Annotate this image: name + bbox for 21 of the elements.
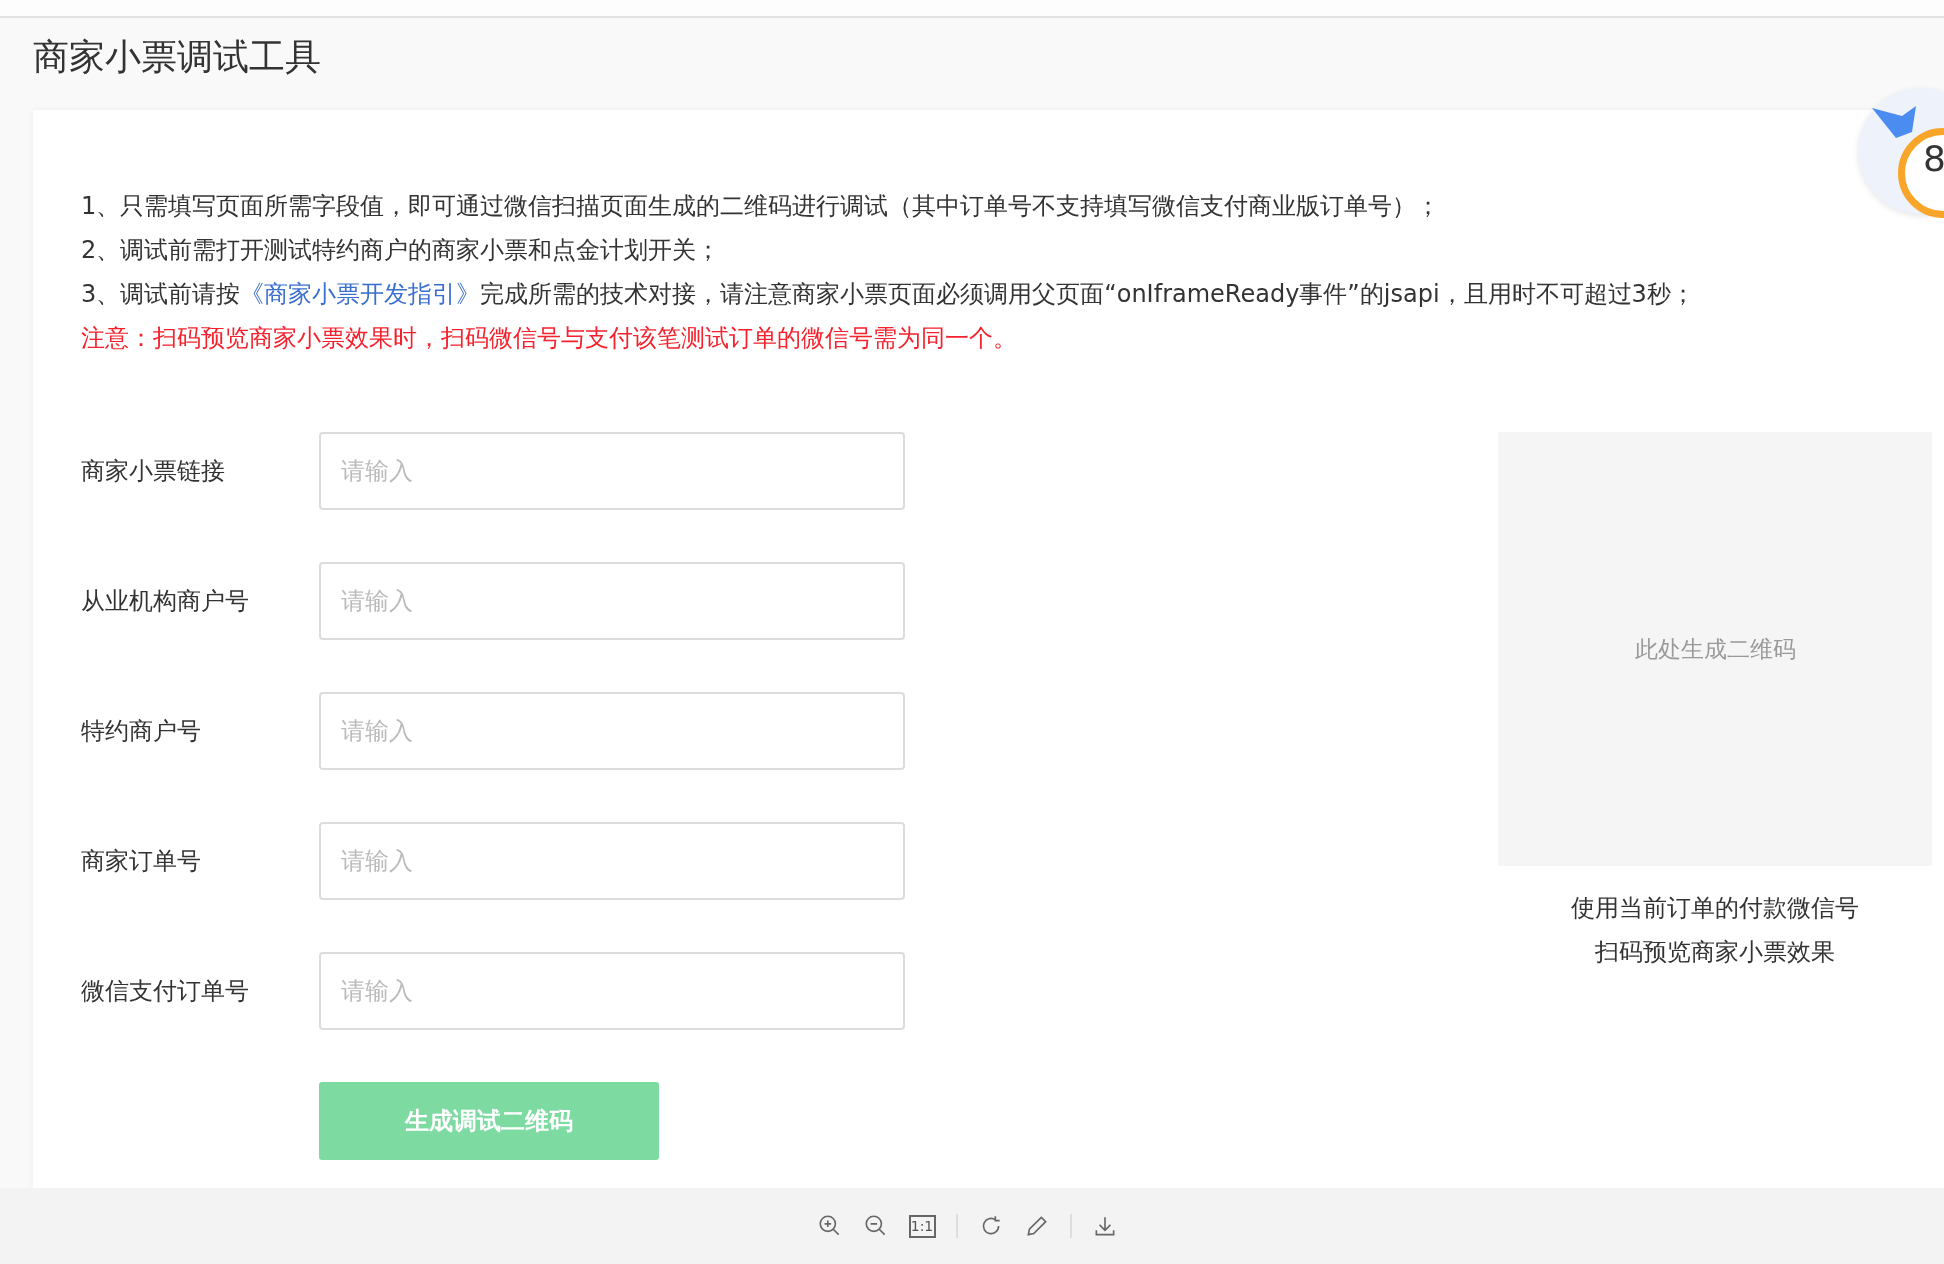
instruction-text: 3、调试前请按《商家小票开发指引》完成所需的技术对接，请注意商家小票页面必须调用父页面“onIframeReady事件”的jsapi，且用时不可超过3秒； [81,279,1696,311]
qr-placeholder-text: 此处生成二维码 [1634,634,1796,664]
input-field[interactable]: 请输入 [319,692,905,771]
input-field[interactable]: 请输入 [319,562,905,641]
field-label: 商家订单号 [81,846,202,878]
guide-link[interactable]: 《商家小票开发指引》 [240,280,481,309]
warning-text: 注意：扫码预览商家小票效果时，扫码微信号与支付该笔测试订单的微信号需为同一个。 [81,323,1018,355]
page-title: 商家小票调试工具 [33,35,322,79]
score-digit: 8 [1923,141,1944,177]
input-field[interactable]: 请输入 [319,432,905,511]
actual-size-button[interactable]: 1:1 [908,1214,936,1238]
instruction-text: 1、只需填写页面所需字段值，即可通过微信扫描页面生成的二维码进行调试（其中订单号不支持填写微信支付商业版订单号）； [81,191,1442,223]
field-label: 从业机构商户号 [81,586,250,618]
qr-caption: 使用当前订单的付款微信号 [1571,893,1859,925]
qr-caption: 扫码预览商家小票效果 [1595,937,1835,969]
field-label: 特约商户号 [81,716,202,748]
input-field[interactable]: 请输入 [319,822,905,901]
field-label: 微信支付订单号 [81,976,250,1008]
instruction-text: 2、调试前需打开测试特约商户的商家小票和点金计划开关； [81,235,722,267]
input-field[interactable]: 请输入 [319,952,905,1031]
field-label: 商家小票链接 [81,456,226,488]
